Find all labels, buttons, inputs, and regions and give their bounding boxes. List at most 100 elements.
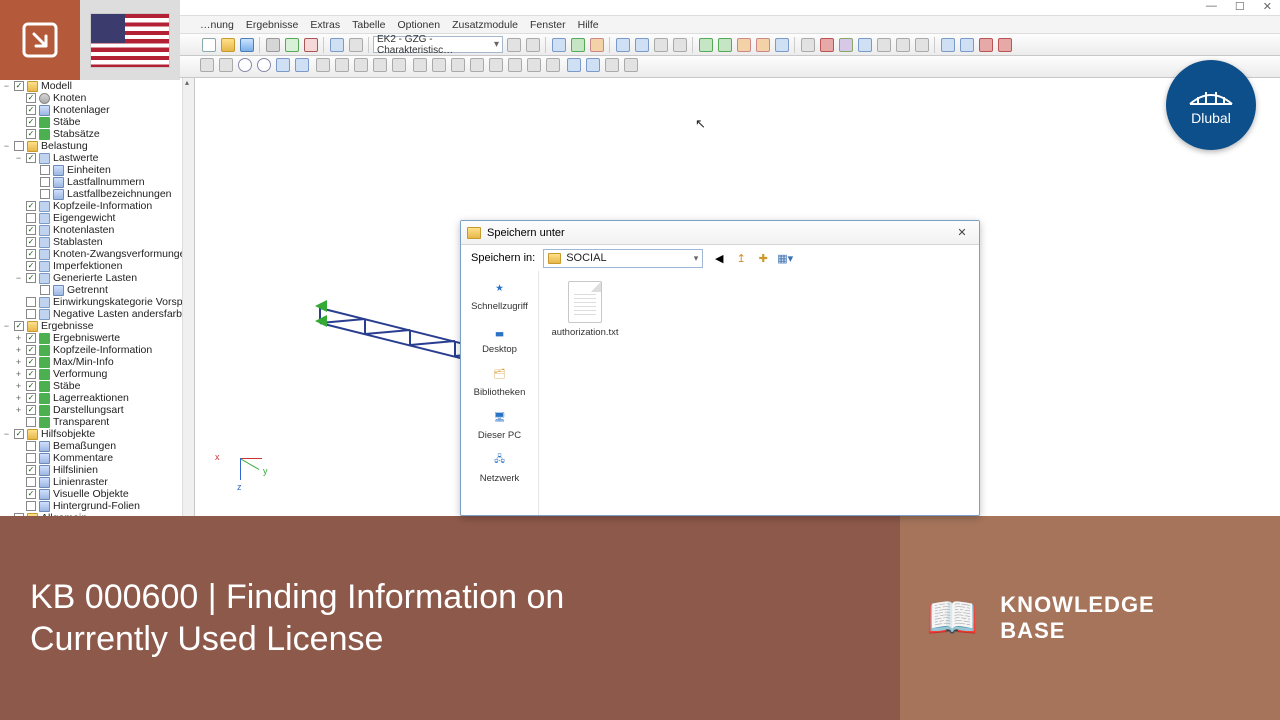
expand-icon[interactable]: − [2,141,11,151]
tree-item[interactable]: Stabsätze [0,128,194,140]
tb-btn[interactable] [451,58,468,75]
tb-btn[interactable] [238,58,255,75]
view-menu-icon[interactable]: ▦▾ [777,250,793,266]
tb-btn[interactable] [735,36,752,53]
checkbox[interactable] [40,165,50,175]
checkbox[interactable] [26,297,36,307]
place-quick-access[interactable]: ★Schnellzugriff [471,277,528,312]
tree-item[interactable]: Transparent [0,416,194,428]
expand-icon[interactable]: + [14,345,23,355]
tree-item[interactable]: Linienraster [0,476,194,488]
checkbox[interactable] [26,93,36,103]
tb-btn[interactable] [550,36,567,53]
menu-item[interactable]: Fenster [530,19,566,31]
tb-print[interactable] [264,36,281,53]
up-icon[interactable]: ↥ [733,250,749,266]
tree-item[interactable]: Negative Lasten andersfarbig [0,308,194,320]
tree-item[interactable]: Bemaßungen [0,440,194,452]
tb-btn[interactable] [219,58,236,75]
checkbox[interactable] [40,177,50,187]
checkbox[interactable] [26,453,36,463]
tb-btn[interactable] [586,58,603,75]
dialog-close-button[interactable]: ✕ [951,226,973,239]
checkbox[interactable] [14,321,24,331]
tb-btn[interactable] [432,58,449,75]
checkbox[interactable] [14,141,24,151]
tree-item[interactable]: Kommentare [0,452,194,464]
tree-item[interactable]: +Lagerreaktionen [0,392,194,404]
checkbox[interactable] [26,225,36,235]
expand-icon[interactable]: − [2,321,11,331]
tb-btn[interactable] [837,36,854,53]
checkbox[interactable] [26,357,36,367]
tb-new[interactable] [200,36,217,53]
tb-btn[interactable] [913,36,930,53]
checkbox[interactable] [26,465,36,475]
tree-item[interactable]: Stablasten [0,236,194,248]
tree-item[interactable]: −Generierte Lasten [0,272,194,284]
checkbox[interactable] [26,273,36,283]
tree-item[interactable]: Lastfallbezeichnungen [0,188,194,200]
checkbox[interactable] [26,369,36,379]
tree-item[interactable]: Kopfzeile-Information [0,200,194,212]
back-icon[interactable]: ◀ [711,250,727,266]
expand-icon[interactable]: + [14,393,23,403]
tree-item[interactable]: Imperfektionen [0,260,194,272]
tb-btn[interactable] [373,58,390,75]
new-folder-icon[interactable]: ✚ [755,250,771,266]
menu-item[interactable]: Optionen [397,19,440,31]
tb-btn[interactable] [257,58,274,75]
checkbox[interactable] [26,129,36,139]
tb-btn[interactable] [470,58,487,75]
tb-btn[interactable] [546,58,563,75]
tb-btn[interactable] [567,58,584,75]
tb-btn[interactable] [200,58,217,75]
checkbox[interactable] [26,393,36,403]
expand-icon[interactable]: + [14,381,23,391]
tree-item[interactable]: +Stäbe [0,380,194,392]
tb-btn[interactable] [716,36,733,53]
tb-btn[interactable] [652,36,669,53]
checkbox[interactable] [26,417,36,427]
tree-item[interactable]: Eigengewicht [0,212,194,224]
file-list[interactable]: authorization.txt [539,271,979,515]
tb-btn[interactable] [354,58,371,75]
tb-prev[interactable] [505,36,522,53]
folder-combo[interactable]: SOCIAL [543,249,703,268]
scrollbar[interactable] [182,78,194,516]
place-libraries[interactable]: 🗂Bibliotheken [474,363,526,398]
checkbox[interactable] [14,81,24,91]
tb-btn[interactable] [939,36,956,53]
tb-btn[interactable] [875,36,892,53]
checkbox[interactable] [40,189,50,199]
expand-icon[interactable]: + [14,369,23,379]
tb-btn[interactable] [818,36,835,53]
checkbox[interactable] [26,105,36,115]
place-network[interactable]: 🖧Netzwerk [480,449,520,484]
tree-item[interactable]: −Lastwerte [0,152,194,164]
window-minimize[interactable]: — [1206,0,1217,15]
tree-item[interactable]: Knotenlasten [0,224,194,236]
expand-icon[interactable]: − [2,81,11,91]
loadcase-combo[interactable]: EK2 - GZG - Charakteristisc… [373,36,503,53]
tb-btn[interactable] [392,58,409,75]
checkbox[interactable] [26,309,36,319]
expand-icon[interactable]: − [2,429,11,439]
checkbox[interactable] [26,261,36,271]
tb-btn[interactable] [413,58,430,75]
tb-open[interactable] [219,36,236,53]
tree-item[interactable]: Knoten [0,92,194,104]
place-this-pc[interactable]: 🖥Dieser PC [478,406,521,441]
tb-btn[interactable] [614,36,631,53]
navigator-tree[interactable]: −ModellKnotenKnotenlagerStäbeStabsätze−B… [0,78,195,516]
file-item[interactable]: authorization.txt [549,281,621,338]
checkbox[interactable] [26,201,36,211]
tree-item[interactable]: Lastfallnummern [0,176,194,188]
tree-item[interactable]: −Modell [0,80,194,92]
place-desktop[interactable]: ▃Desktop [482,320,517,355]
tb-btn[interactable] [276,58,293,75]
tree-item[interactable]: Hilfslinien [0,464,194,476]
tb-btn[interactable] [605,58,622,75]
tree-item[interactable]: +Kopfzeile-Information [0,344,194,356]
tb-btn[interactable] [754,36,771,53]
